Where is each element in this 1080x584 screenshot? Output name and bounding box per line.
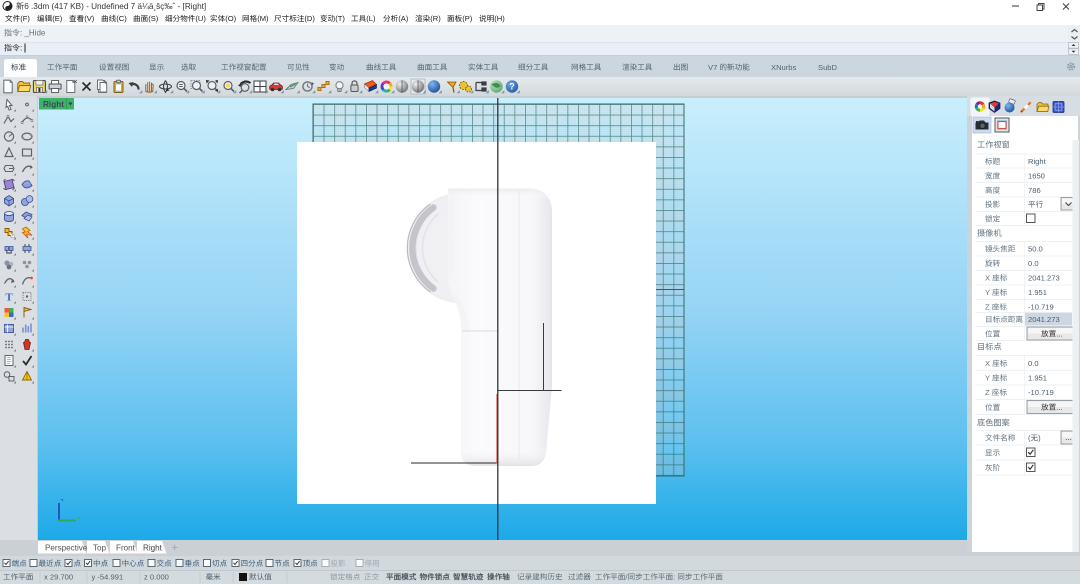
svg-text:1650: 1650 (1028, 172, 1045, 181)
svg-text:/: / (625, 573, 628, 582)
svg-text:1.951: 1.951 (1028, 374, 1047, 383)
svg-text:...: ... (1056, 403, 1062, 412)
svg-text:0.0: 0.0 (1028, 259, 1039, 268)
svg-text:2041.273: 2041.273 (1028, 315, 1060, 324)
svg-text:(P): (P) (462, 14, 473, 23)
svg-text:(S): (S) (148, 14, 159, 23)
svg-text:X: X (985, 359, 990, 368)
svg-text:(L): (L) (366, 14, 376, 23)
svg-text:(H): (H) (494, 14, 505, 23)
svg-text:2041.273: 2041.273 (1028, 274, 1060, 283)
svg-text:...: ... (1056, 329, 1062, 338)
svg-text:Z: Z (985, 388, 990, 397)
svg-text:-10.719: -10.719 (1028, 388, 1054, 397)
svg-text:1.951: 1.951 (1028, 288, 1047, 297)
svg-text:SubD: SubD (818, 63, 838, 72)
svg-text:...: ... (1065, 433, 1072, 442)
svg-text:Right: Right (43, 100, 64, 109)
svg-text:(V): (V) (84, 14, 95, 23)
svg-text::: : (20, 44, 22, 53)
svg-text:V7: V7 (708, 63, 717, 72)
svg-text:(D): (D) (304, 14, 315, 23)
svg-text:50.0: 50.0 (1028, 245, 1043, 254)
svg-text:): ) (1038, 434, 1041, 443)
svg-text:Perspective: Perspective (45, 544, 88, 553)
svg-text:(: ( (1028, 434, 1031, 443)
svg-text:Y: Y (985, 288, 990, 297)
svg-text:6 .3dm (417 KB) - Undefined 7: 6 .3dm (417 KB) - Undefined 7 ä¼ä¸šç‰ˆ -… (24, 2, 206, 11)
svg-text:(E): (E) (52, 14, 63, 23)
svg-text:786: 786 (1028, 186, 1041, 195)
svg-text:(C): (C) (116, 14, 127, 23)
svg-text:Y: Y (985, 374, 990, 383)
svg-text:T: T (5, 292, 13, 304)
svg-text:(O): (O) (225, 14, 236, 23)
svg-text:(M): (M) (257, 14, 269, 23)
svg-text:: _Hide: : _Hide (20, 29, 46, 38)
svg-text:Z: Z (985, 303, 990, 312)
svg-text:(A): (A) (398, 14, 409, 23)
svg-text:x 29.700: x 29.700 (44, 573, 73, 582)
svg-text:(U): (U) (195, 14, 206, 23)
svg-text:X: X (985, 274, 990, 283)
svg-text:Front: Front (116, 544, 136, 553)
svg-text::: : (673, 573, 675, 582)
svg-text:Right: Right (143, 544, 163, 553)
svg-text:z 0.000: z 0.000 (144, 573, 169, 582)
svg-text:?: ? (509, 82, 515, 92)
svg-text:Right: Right (1028, 157, 1047, 166)
svg-text:Top: Top (93, 544, 107, 553)
svg-text:0.0: 0.0 (1028, 359, 1039, 368)
svg-text:(R): (R) (430, 14, 441, 23)
svg-text:y -54.991: y -54.991 (92, 573, 124, 582)
svg-text:(F): (F) (20, 14, 30, 23)
svg-text:(T): (T) (335, 14, 345, 23)
svg-text:-10.719: -10.719 (1028, 303, 1054, 312)
svg-text:XNurbs: XNurbs (771, 63, 797, 72)
